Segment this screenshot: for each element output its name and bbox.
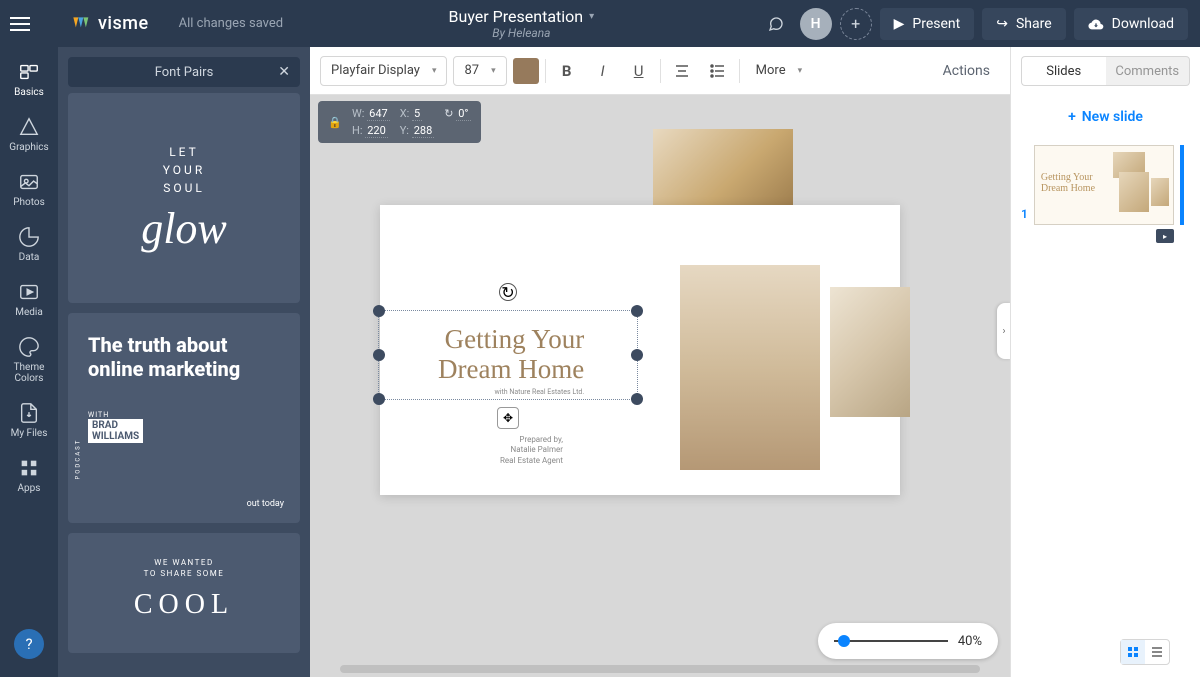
prop-width[interactable]: 647	[367, 107, 390, 121]
selection-box[interactable]: ↻ ✥	[378, 310, 638, 400]
play-icon: ▶	[894, 16, 905, 32]
rail-basics[interactable]: Basics	[0, 55, 58, 104]
doc-title-area[interactable]: Buyer Presentation ▾ By Heleana	[283, 7, 760, 40]
doc-title: Buyer Presentation	[449, 7, 584, 26]
underline-button[interactable]: U	[624, 56, 654, 86]
horizontal-scrollbar[interactable]	[340, 665, 980, 673]
photos-icon	[18, 171, 40, 193]
properties-panel[interactable]: 🔒 W: 647 X: 5 ↻ 0° H: 220 Y: 288	[318, 101, 481, 143]
slide-number: 1	[1021, 207, 1028, 221]
slide-prepared-by[interactable]: Prepared by, Natalie Palmer Real Estate …	[500, 435, 563, 466]
add-collaborator-button[interactable]: +	[840, 8, 872, 40]
chevron-down-icon: ▾	[432, 66, 437, 76]
actions-menu[interactable]: Actions	[943, 63, 990, 79]
italic-button[interactable]: I	[588, 56, 618, 86]
chevron-down-icon: ▾	[491, 66, 496, 76]
font-size-select[interactable]: 87 ▾	[453, 56, 506, 86]
files-icon	[18, 402, 40, 424]
help-button[interactable]: ?	[14, 629, 44, 659]
prop-height[interactable]: 220	[365, 124, 388, 138]
more-select[interactable]: More ▾	[746, 56, 812, 86]
slide-thumbnail[interactable]: Getting Your Dream Home	[1034, 145, 1174, 225]
present-button[interactable]: ▶ Present	[880, 8, 975, 40]
list-button[interactable]	[703, 56, 733, 86]
list-view-button[interactable]	[1145, 640, 1169, 664]
resize-handle[interactable]	[373, 349, 385, 361]
rail-media[interactable]: Media	[0, 275, 58, 324]
grid-view-button[interactable]	[1121, 640, 1145, 664]
tab-comments[interactable]: Comments	[1106, 56, 1191, 86]
tab-slides[interactable]: Slides	[1021, 56, 1106, 86]
doc-author: By Heleana	[492, 26, 550, 40]
resize-handle[interactable]	[631, 393, 643, 405]
font-pairs-panel: Font Pairs ✕ LET YOUR SOUL glow The trut…	[58, 47, 310, 677]
chevron-down-icon: ▾	[798, 66, 803, 76]
color-swatch[interactable]	[513, 58, 539, 84]
apps-icon	[18, 457, 40, 479]
resize-handle[interactable]	[373, 393, 385, 405]
expand-right-panel[interactable]: ›	[997, 303, 1011, 359]
rail-photos[interactable]: Photos	[0, 165, 58, 214]
text-toolbar: Playfair Display ▾ 87 ▾ B I U More ▾ Act…	[310, 47, 1010, 95]
slides-panel: Slides Comments + New slide 1 Getting Yo…	[1010, 47, 1200, 677]
cloud-download-icon	[1088, 18, 1104, 30]
align-button[interactable]	[667, 56, 697, 86]
panel-body[interactable]: LET YOUR SOUL glow The truth about onlin…	[58, 93, 310, 677]
font-pair-card[interactable]: LET YOUR SOUL glow	[68, 93, 300, 303]
zoom-control: 40%	[818, 623, 998, 659]
data-icon	[18, 226, 40, 248]
app-header: visme All changes saved Buyer Presentati…	[0, 0, 1200, 47]
lock-icon[interactable]: 🔒	[328, 116, 342, 129]
zoom-value[interactable]: 40%	[958, 634, 982, 649]
share-button[interactable]: ↪ Share	[982, 8, 1065, 40]
save-status: All changes saved	[179, 16, 284, 31]
plus-icon: +	[1068, 109, 1076, 125]
rotate-handle[interactable]: ↻	[499, 283, 517, 301]
media-icon	[18, 281, 40, 303]
share-icon: ↪	[996, 16, 1008, 32]
palette-icon	[18, 336, 40, 358]
rail-data[interactable]: Data	[0, 220, 58, 269]
rail-my-files[interactable]: My Files	[0, 396, 58, 445]
resize-handle[interactable]	[373, 305, 385, 317]
font-pair-card[interactable]: The truth about online marketing PODCAST…	[68, 313, 300, 523]
slide-image[interactable]	[680, 265, 820, 470]
prop-rotation[interactable]: 0°	[456, 107, 470, 121]
resize-handle[interactable]	[631, 305, 643, 317]
new-slide-button[interactable]: + New slide	[1011, 95, 1200, 145]
menu-button[interactable]	[0, 0, 40, 47]
chevron-down-icon: ▾	[589, 11, 594, 22]
slide-image[interactable]	[830, 287, 910, 417]
logo-text: visme	[98, 13, 149, 34]
rotate-icon: ↻	[444, 107, 456, 120]
basics-icon	[18, 61, 40, 83]
rail-graphics[interactable]: Graphics	[0, 110, 58, 159]
logo[interactable]: visme	[40, 13, 159, 34]
comments-button[interactable]	[760, 8, 792, 40]
view-toggle	[1120, 639, 1170, 665]
zoom-slider[interactable]	[834, 640, 948, 642]
graphics-icon	[18, 116, 40, 138]
rail-theme-colors[interactable]: Theme Colors	[0, 330, 58, 390]
user-avatar[interactable]: H	[800, 8, 832, 40]
font-pair-card[interactable]: WE WANTED TO SHARE SOME COOL	[68, 533, 300, 653]
transition-icon[interactable]: ▸	[1156, 229, 1174, 243]
font-family-select[interactable]: Playfair Display ▾	[320, 56, 447, 86]
prop-y[interactable]: 288	[412, 124, 435, 138]
prop-x[interactable]: 5	[412, 107, 422, 121]
panel-title: Font Pairs	[155, 65, 214, 80]
canvas-area: Playfair Display ▾ 87 ▾ B I U More ▾ Act…	[310, 47, 1010, 677]
active-slide-marker	[1180, 145, 1184, 225]
resize-handle[interactable]	[631, 349, 643, 361]
panel-header: Font Pairs ✕	[68, 57, 300, 87]
tools-rail: Basics Graphics Photos Data Media Theme …	[0, 47, 58, 677]
bold-button[interactable]: B	[552, 56, 582, 86]
download-button[interactable]: Download	[1074, 8, 1188, 40]
rail-apps[interactable]: Apps	[0, 451, 58, 500]
move-handle[interactable]: ✥	[497, 407, 519, 429]
panel-close-button[interactable]: ✕	[278, 64, 290, 80]
logo-icon	[70, 14, 90, 34]
